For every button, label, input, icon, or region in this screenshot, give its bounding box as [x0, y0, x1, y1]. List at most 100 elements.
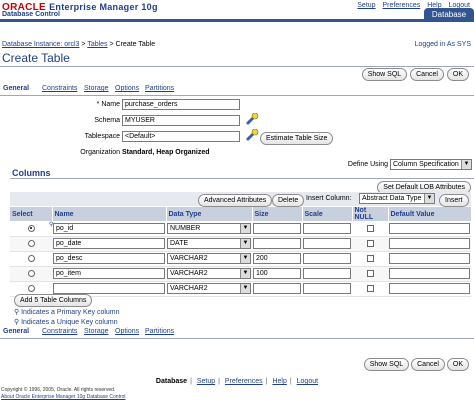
cancel-button[interactable]: Cancel — [410, 68, 444, 81]
header-name: Name — [52, 207, 167, 221]
breadcrumb-separator: > — [109, 41, 114, 48]
logged-in-status: Logged in As SYS — [414, 41, 471, 48]
table-row: po_item VARCHAR2 ▼ 100 — [10, 266, 471, 282]
tab-partitions[interactable]: Partitions — [145, 85, 174, 92]
columns-table: Select Name Data Type Size Scale Not NUL… — [10, 207, 472, 297]
table-row: po_date DATE ▼ — [10, 236, 471, 252]
tab-storage[interactable]: Storage — [84, 85, 109, 92]
size-input[interactable] — [253, 283, 301, 294]
scale-input[interactable] — [303, 283, 351, 294]
size-input[interactable]: 200 — [253, 253, 301, 264]
data-type-value: VARCHAR2 — [170, 270, 208, 277]
schema-input[interactable]: MYUSER — [122, 115, 240, 126]
table-row: ⚲ po_id NUMBER ▼ — [10, 221, 471, 237]
estimate-table-size-button[interactable]: Estimate Table Size — [260, 132, 334, 145]
show-sql-button[interactable]: Show SQL — [361, 68, 408, 81]
default-value-input[interactable] — [389, 283, 470, 294]
not-null-checkbox[interactable] — [366, 270, 374, 277]
default-value-input[interactable] — [389, 238, 470, 249]
footer-logout-link[interactable]: Logout — [297, 378, 318, 385]
not-null-checkbox[interactable] — [366, 255, 374, 262]
scale-input[interactable] — [303, 268, 351, 279]
data-type-select[interactable]: DATE ▼ — [167, 238, 251, 249]
setup-link[interactable]: Setup — [357, 2, 375, 9]
show-sql-button[interactable]: Show SQL — [363, 358, 410, 371]
schema-label: Schema — [94, 117, 120, 124]
footer-setup-link[interactable]: Setup — [197, 378, 215, 385]
data-type-select[interactable]: NUMBER ▼ — [167, 222, 251, 234]
column-name-input[interactable]: po_item — [53, 268, 165, 279]
column-name-input[interactable]: po_date — [53, 238, 165, 249]
tab-constraints[interactable]: Constraints — [42, 85, 77, 92]
scale-input[interactable] — [303, 238, 351, 249]
chevron-down-icon: ▼ — [240, 254, 250, 263]
tab-general[interactable]: General — [3, 328, 29, 335]
column-name-input[interactable]: po_id — [53, 222, 165, 234]
ok-button[interactable]: OK — [446, 358, 469, 371]
tab-general[interactable]: General — [3, 85, 29, 92]
data-type-value: VARCHAR2 — [170, 255, 208, 262]
flashlight-icon[interactable] — [245, 112, 259, 127]
flashlight-icon[interactable] — [245, 128, 259, 143]
tab-database[interactable]: Database — [424, 8, 474, 22]
row-select-radio[interactable] — [27, 224, 35, 232]
legend-unique-key-text: Indicates a Unique Key column — [21, 319, 118, 326]
cancel-button[interactable]: Cancel — [411, 358, 445, 371]
tab-partitions[interactable]: Partitions — [145, 328, 174, 335]
data-type-select[interactable]: VARCHAR2 ▼ — [167, 268, 251, 279]
insert-button[interactable]: Insert — [439, 194, 469, 207]
organization-label: Organization — [80, 149, 120, 156]
data-type-select[interactable]: VARCHAR2 ▼ — [167, 283, 251, 294]
tablespace-input[interactable]: <Default> — [122, 131, 240, 142]
data-type-value: NUMBER — [170, 224, 201, 232]
row-select-radio[interactable] — [27, 240, 35, 247]
advanced-attributes-button[interactable]: Advanced Attributes — [198, 194, 273, 207]
column-name-input[interactable] — [53, 283, 165, 294]
page-title: Create Table — [2, 51, 70, 65]
delete-button[interactable]: Delete — [272, 194, 305, 207]
breadcrumb-database-instance[interactable]: Database Instance: orcl3 — [2, 41, 79, 48]
row-select-radio[interactable] — [27, 285, 35, 292]
preferences-link[interactable]: Preferences — [383, 2, 421, 9]
footer-preferences-link[interactable]: Preferences — [225, 378, 263, 385]
not-null-checkbox[interactable] — [366, 285, 374, 292]
tab-options[interactable]: Options — [115, 85, 139, 92]
insert-type-select[interactable]: Abstract Data Type ▼ — [359, 193, 435, 204]
column-name-input[interactable]: po_desc — [53, 253, 165, 264]
not-null-checkbox[interactable] — [366, 240, 374, 247]
size-input[interactable]: 100 — [253, 268, 301, 279]
header-default-value: Default Value — [388, 207, 472, 221]
tab-constraints[interactable]: Constraints — [42, 328, 77, 335]
row-select-radio[interactable] — [27, 270, 35, 277]
breadcrumb-tables[interactable]: Tables — [87, 41, 107, 48]
define-using-select[interactable]: Column Specification ▼ — [390, 159, 472, 170]
footer-separator: | — [190, 378, 192, 385]
size-input[interactable] — [253, 238, 301, 249]
legend-primary-key-text: Indicates a Primary Key column — [21, 309, 120, 316]
add-columns-button[interactable]: Add 5 Table Columns — [14, 294, 93, 307]
about-link[interactable]: About Oracle Enterprise Manager 10g Data… — [1, 394, 126, 400]
subtabs-bottom: General Constraints Storage Options Part… — [0, 327, 474, 339]
ok-button[interactable]: OK — [446, 68, 469, 81]
default-value-input[interactable] — [389, 253, 470, 264]
scale-input[interactable] — [303, 222, 351, 234]
chevron-down-icon: ▼ — [240, 223, 250, 233]
tab-options[interactable]: Options — [115, 328, 139, 335]
tab-storage[interactable]: Storage — [84, 328, 109, 335]
name-input[interactable]: purchase_orders — [122, 99, 240, 110]
footer-database-link[interactable]: Database — [156, 378, 187, 385]
default-value-input[interactable] — [389, 268, 470, 279]
default-value-input[interactable] — [389, 222, 470, 234]
table-row: po_desc VARCHAR2 ▼ 200 — [10, 251, 471, 267]
row-select-radio[interactable] — [27, 255, 35, 262]
scale-input[interactable] — [303, 253, 351, 264]
footer-help-link[interactable]: Help — [272, 378, 286, 385]
legend-primary-key: ⚲ Indicates a Primary Key column — [14, 308, 120, 316]
not-null-checkbox[interactable] — [366, 224, 374, 232]
data-type-select[interactable]: VARCHAR2 ▼ — [167, 253, 251, 264]
primary-key-icon: ⚲ — [14, 309, 20, 316]
title-divider — [0, 66, 474, 67]
tablespace-label: Tablespace — [84, 133, 120, 140]
size-input[interactable] — [253, 222, 301, 234]
chevron-down-icon: ▼ — [240, 269, 250, 278]
